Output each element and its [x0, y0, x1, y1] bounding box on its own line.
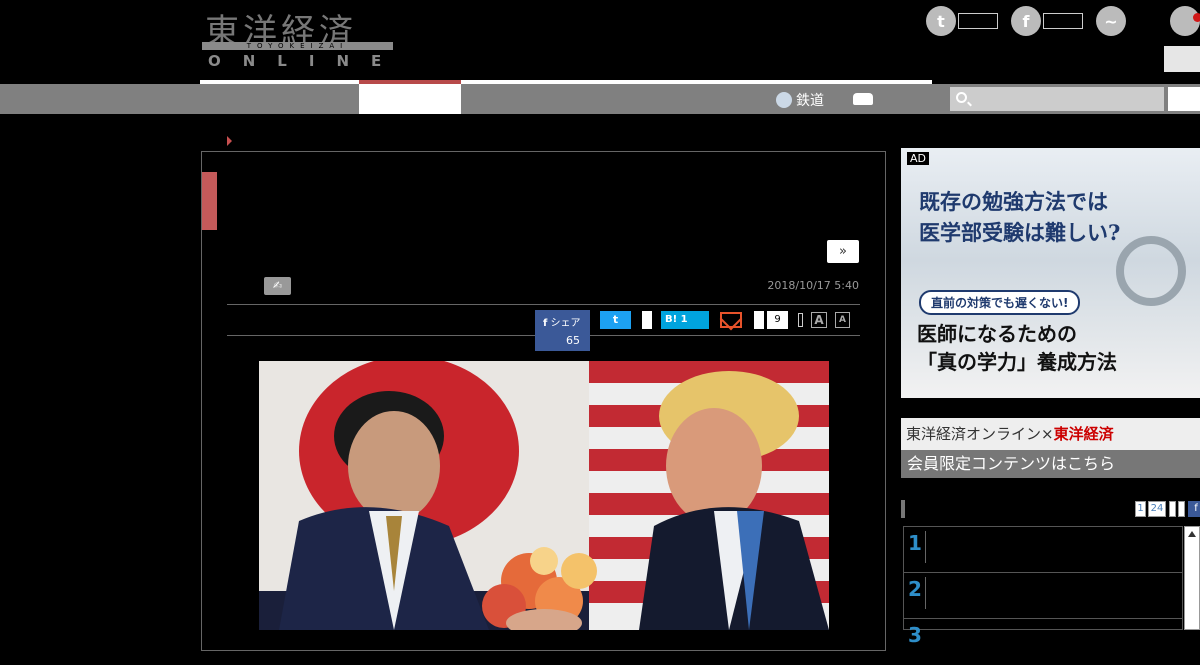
- facebook-share-button[interactable]: f シェア 65: [535, 310, 590, 351]
- twitter-share-button[interactable]: t: [600, 311, 631, 329]
- ranking-item[interactable]: 1: [904, 527, 1182, 573]
- article-photo: [259, 361, 829, 630]
- site-header: 東洋経済 TOYOKEIZAI ONLINE t f ~: [0, 0, 1200, 84]
- ad-pill: 直前の対策でも遅くない!: [919, 290, 1081, 315]
- facebook-icon[interactable]: f: [1011, 6, 1041, 36]
- title-accent-bar: [202, 172, 217, 230]
- print-icon[interactable]: [798, 313, 803, 327]
- member-banner-title-b: 東洋経済: [1053, 425, 1114, 443]
- ad-footer-text: 医師になるための 「真の学力」養成方法: [917, 320, 1117, 376]
- hatena-icon: B!: [665, 314, 678, 325]
- nav-item-railway[interactable]: 鉄道: [776, 90, 824, 110]
- messenger-share[interactable]: ~: [1096, 6, 1126, 36]
- twitter-share-icon: t: [612, 313, 619, 326]
- divider-top: [227, 304, 860, 305]
- site-logo-band: TOYOKEIZAI: [202, 42, 393, 50]
- facebook-share-label: シェア: [550, 318, 581, 329]
- member-banner[interactable]: 東洋経済オンライン×東洋経済 会員限定コンテンツはこちら: [901, 418, 1200, 478]
- ad-headline-line1: 既存の勉強方法では: [919, 189, 1108, 214]
- facebook-follow[interactable]: f: [1011, 6, 1083, 36]
- mail-icon[interactable]: [720, 312, 742, 328]
- facebook-share-icon: f: [543, 318, 548, 329]
- next-page-button[interactable]: »: [827, 240, 859, 263]
- car-icon: [853, 93, 873, 105]
- comment-count: 9: [767, 311, 788, 329]
- login-button[interactable]: [1164, 46, 1200, 72]
- ranking-tab-3[interactable]: [1169, 501, 1176, 517]
- twitter-follow[interactable]: t: [926, 6, 998, 36]
- publish-date: 2018/10/17 5:40: [767, 279, 859, 292]
- ranking-tab-4[interactable]: [1178, 501, 1185, 517]
- messenger-icon[interactable]: ~: [1096, 6, 1126, 36]
- ranking-facebook-icon[interactable]: f: [1188, 501, 1200, 517]
- ranking-item[interactable]: 2: [904, 573, 1182, 619]
- ranking-scrollbar[interactable]: [1184, 526, 1200, 630]
- ranking-list: 1 2 3: [903, 526, 1183, 647]
- ranking-number: 1: [908, 531, 922, 555]
- ranking-tab-24[interactable]: 24: [1148, 501, 1166, 517]
- nav-tab-active[interactable]: [359, 80, 461, 114]
- ranking-item[interactable]: 3: [904, 619, 1182, 665]
- hatena-count: 1: [680, 314, 688, 325]
- ranking-header: 1 24 f: [901, 500, 1200, 518]
- train-icon: [776, 92, 792, 108]
- sidebar-ad[interactable]: AD 既存の勉強方法では 医学部受験は難しい? 直前の対策でも遅くない! 医師に…: [901, 148, 1200, 398]
- ranking-widget: 1 24 f 1 2 3: [901, 500, 1200, 647]
- twitter-icon[interactable]: t: [926, 6, 956, 36]
- nav-item-car[interactable]: [853, 93, 873, 105]
- facebook-share-count: 65: [566, 334, 580, 347]
- nav-top-line: [200, 80, 932, 84]
- member-banner-title-a: 東洋経済オンライン×: [906, 425, 1054, 443]
- facebook-count-bubble: [1043, 13, 1083, 29]
- member-banner-cta: 会員限定コンテンツはこちら: [901, 450, 1200, 478]
- twitter-share-count: [642, 311, 652, 329]
- search-icon: [956, 92, 967, 103]
- stethoscope-image: [1116, 236, 1186, 306]
- ranking-number: 2: [908, 577, 922, 601]
- search-input[interactable]: [950, 87, 1164, 111]
- member-banner-title: 東洋経済オンライン×東洋経済: [906, 423, 1114, 444]
- comment-icon[interactable]: [754, 311, 764, 329]
- search-button[interactable]: [1168, 87, 1200, 111]
- ranking-separator: [925, 531, 926, 563]
- font-size-small-button[interactable]: A: [835, 312, 850, 328]
- ranking-number: 3: [908, 623, 922, 647]
- breadcrumb-arrow-icon: [227, 136, 232, 146]
- ad-label: AD: [907, 152, 929, 165]
- hatena-bookmark-button[interactable]: B! 1: [661, 311, 709, 329]
- nav-item-railway-label: 鉄道: [796, 93, 824, 109]
- scroll-up-icon[interactable]: [1188, 531, 1196, 537]
- ad-footer-line2: 「真の学力」養成方法: [917, 350, 1117, 374]
- ad-footer-line1: 医師になるための: [917, 322, 1077, 346]
- ad-headline-line2: 医学部受験は難しい?: [919, 220, 1121, 245]
- site-logo-online: ONLINE: [208, 52, 404, 70]
- ranking-tab-1[interactable]: 1: [1135, 501, 1146, 517]
- author-icon[interactable]: ✍: [264, 277, 291, 295]
- ranking-separator: [925, 577, 926, 609]
- twitter-count-bubble: [958, 13, 998, 29]
- ad-headline: 既存の勉強方法では 医学部受験は難しい?: [919, 186, 1120, 248]
- font-size-large-button[interactable]: A: [811, 312, 827, 328]
- notification-dot: [1193, 13, 1200, 22]
